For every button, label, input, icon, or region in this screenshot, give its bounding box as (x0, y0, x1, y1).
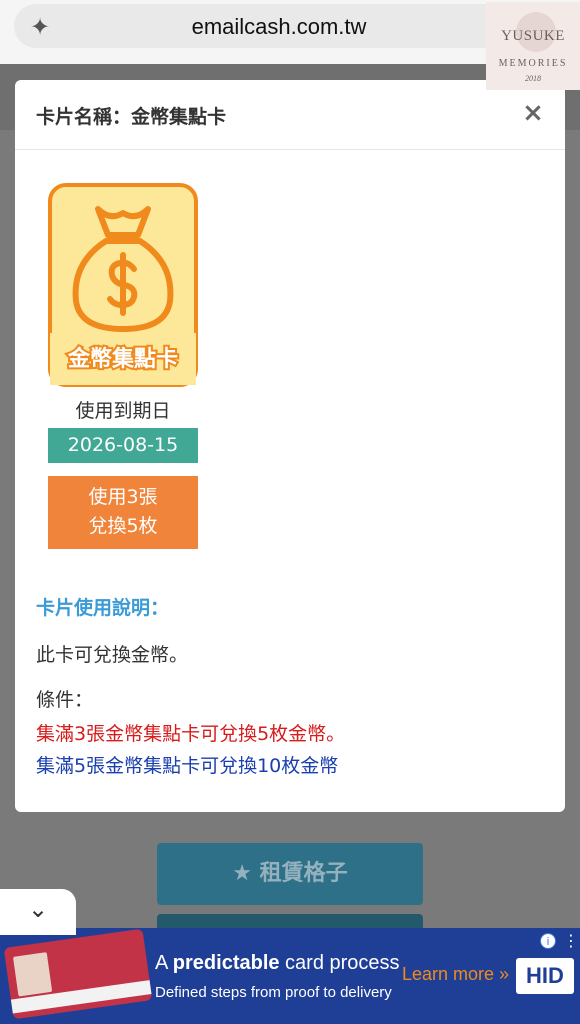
more-options-icon[interactable]: ⋮ (563, 932, 579, 950)
expiry-date-badge: 2026-08-15 (48, 428, 198, 463)
ad-headline-bold: predictable (172, 952, 280, 974)
hid-logo: HID (516, 958, 574, 994)
address-bar[interactable]: ✦ emailcash.com.tw (14, 4, 544, 48)
modal-header: 卡片名稱：金幣集點卡 × (15, 80, 565, 150)
rent-slot-button[interactable]: ★ 租賃格子 (157, 843, 423, 905)
coin-card-image: 金幣集點卡 (48, 183, 198, 387)
ad-subtext: Defined steps from proof to delivery (155, 984, 392, 1001)
watermark-logo: YUSUKE MEMORIES 2018 (486, 2, 580, 90)
exchange-line-2: 兌換5枚 (88, 515, 158, 537)
condition-3-cards: 集滿3張金幣集點卡可兌換5枚金幣。 (36, 723, 346, 745)
usage-section-title: 卡片使用說明： (36, 597, 170, 619)
ad-headline-post: card process (279, 952, 400, 974)
modal-title: 卡片名稱：金幣集點卡 (36, 106, 227, 128)
ad-headline-pre: A (155, 952, 173, 974)
learn-more-link[interactable]: Learn more » (402, 964, 509, 985)
close-button[interactable]: × (519, 96, 547, 130)
exchange-rule-badge: 使用3張 兌換5枚 (48, 476, 198, 549)
card-detail-modal: 卡片名稱：金幣集點卡 × 金幣集點卡 使用到期日 2026-08-15 使用3張… (15, 80, 565, 812)
exchange-line-1: 使用3張 (88, 486, 158, 508)
watermark-title: YUSUKE (501, 28, 565, 44)
watermark-signature: 2018 (525, 74, 541, 83)
condition-5-cards: 集滿5張金幣集點卡可兌換10枚金幣 (36, 755, 339, 777)
usage-description: 此卡可兌換金幣。 (36, 644, 189, 666)
id-photo (12, 952, 53, 997)
watermark-subtitle: MEMORIES (498, 58, 568, 69)
ad-banner[interactable]: A predictable card process Defined steps… (0, 928, 580, 1024)
conditions-label: 條件： (36, 689, 94, 711)
card-image-text: 金幣集點卡 (67, 346, 178, 372)
url-text[interactable]: emailcash.com.tw (14, 14, 544, 40)
expiry-label: 使用到期日 (75, 400, 171, 422)
id-card-image (3, 928, 153, 1020)
info-icon[interactable]: i (540, 933, 556, 949)
chevron-down-icon[interactable]: ⌄ (0, 889, 76, 935)
ad-headline[interactable]: A predictable card process (155, 952, 400, 975)
